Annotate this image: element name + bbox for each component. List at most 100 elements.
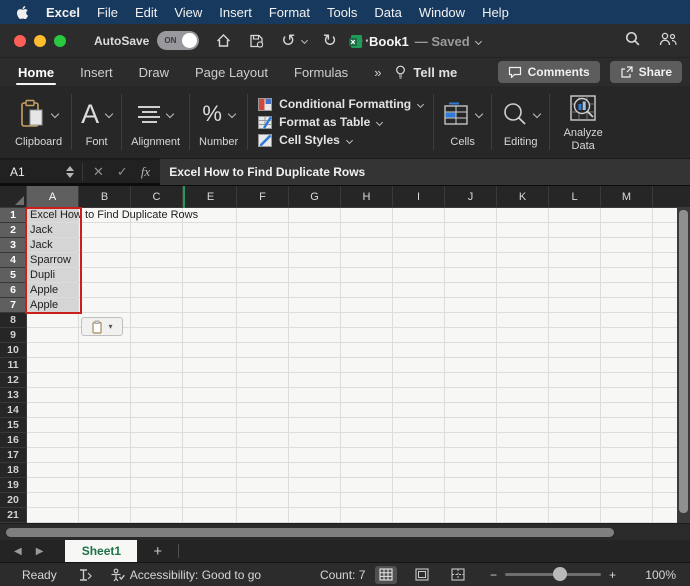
paste-options-button[interactable]: ▾ bbox=[81, 317, 123, 336]
cell-H1[interactable] bbox=[341, 208, 393, 223]
enter-icon[interactable]: ✓ bbox=[117, 164, 128, 180]
cell-L20[interactable] bbox=[549, 493, 601, 508]
cell-L8[interactable] bbox=[549, 313, 601, 328]
cell-J6[interactable] bbox=[445, 283, 497, 298]
cell-K5[interactable] bbox=[497, 268, 549, 283]
cell-B16[interactable] bbox=[79, 433, 131, 448]
zoom-in-button[interactable]: + bbox=[609, 568, 616, 582]
cell-K9[interactable] bbox=[497, 328, 549, 343]
cell-C21[interactable] bbox=[131, 508, 183, 523]
cell-H3[interactable] bbox=[341, 238, 393, 253]
cell-M5[interactable] bbox=[601, 268, 653, 283]
cell-L2[interactable] bbox=[549, 223, 601, 238]
menu-item-edit[interactable]: Edit bbox=[135, 5, 157, 20]
cell-M13[interactable] bbox=[601, 388, 653, 403]
cell-I2[interactable] bbox=[393, 223, 445, 238]
home-icon[interactable] bbox=[215, 33, 232, 49]
cell-C6[interactable] bbox=[131, 283, 183, 298]
cell-M6[interactable] bbox=[601, 283, 653, 298]
search-icon[interactable] bbox=[624, 30, 641, 52]
row-header-10[interactable]: 10 bbox=[0, 343, 27, 358]
row-header-3[interactable]: 3 bbox=[0, 238, 27, 253]
cell-C19[interactable] bbox=[131, 478, 183, 493]
cell-E7[interactable] bbox=[185, 298, 237, 313]
cell-A17[interactable] bbox=[27, 448, 79, 463]
cell-I11[interactable] bbox=[393, 358, 445, 373]
name-box[interactable]: A1 bbox=[0, 165, 66, 179]
cell-B6[interactable] bbox=[79, 283, 131, 298]
cell-J9[interactable] bbox=[445, 328, 497, 343]
cell-C12[interactable] bbox=[131, 373, 183, 388]
cell-L1[interactable] bbox=[549, 208, 601, 223]
cell-B2[interactable] bbox=[79, 223, 131, 238]
cell-L15[interactable] bbox=[549, 418, 601, 433]
cell-I19[interactable] bbox=[393, 478, 445, 493]
cell-G2[interactable] bbox=[289, 223, 341, 238]
cell-I5[interactable] bbox=[393, 268, 445, 283]
save-icon[interactable] bbox=[248, 33, 265, 49]
cell-K14[interactable] bbox=[497, 403, 549, 418]
cell-J17[interactable] bbox=[445, 448, 497, 463]
cell-A16[interactable] bbox=[27, 433, 79, 448]
cell-J11[interactable] bbox=[445, 358, 497, 373]
row-header-1[interactable]: 1 bbox=[0, 208, 27, 223]
cell-G18[interactable] bbox=[289, 463, 341, 478]
cell-C4[interactable] bbox=[131, 253, 183, 268]
name-box-spinner[interactable] bbox=[66, 166, 74, 178]
editing-group[interactable]: Editing bbox=[492, 86, 549, 158]
cell-F2[interactable] bbox=[237, 223, 289, 238]
cell-C18[interactable] bbox=[131, 463, 183, 478]
cell-I6[interactable] bbox=[393, 283, 445, 298]
row-header-9[interactable]: 9 bbox=[0, 328, 27, 343]
menu-item-excel[interactable]: Excel bbox=[46, 5, 80, 20]
cell-C5[interactable] bbox=[131, 268, 183, 283]
font-group[interactable]: A Font bbox=[72, 86, 121, 158]
cell-L6[interactable] bbox=[549, 283, 601, 298]
cell-styles-button[interactable]: Cell Styles bbox=[258, 133, 423, 147]
cell-M12[interactable] bbox=[601, 373, 653, 388]
menu-item-data[interactable]: Data bbox=[374, 5, 401, 20]
tab-insert[interactable]: Insert bbox=[80, 58, 113, 86]
cell-I3[interactable] bbox=[393, 238, 445, 253]
select-all-button[interactable] bbox=[0, 186, 27, 208]
cell-K13[interactable] bbox=[497, 388, 549, 403]
cell-M16[interactable] bbox=[601, 433, 653, 448]
cell-E3[interactable] bbox=[185, 238, 237, 253]
cell-H8[interactable] bbox=[341, 313, 393, 328]
cell-E11[interactable] bbox=[185, 358, 237, 373]
row-header-13[interactable]: 13 bbox=[0, 388, 27, 403]
cell-B12[interactable] bbox=[79, 373, 131, 388]
cell-M4[interactable] bbox=[601, 253, 653, 268]
cell-L14[interactable] bbox=[549, 403, 601, 418]
cell-G14[interactable] bbox=[289, 403, 341, 418]
cancel-icon[interactable]: ✕ bbox=[93, 164, 104, 180]
analyze-data-group[interactable]: Analyze Data bbox=[550, 86, 616, 158]
cell-G4[interactable] bbox=[289, 253, 341, 268]
cell-F9[interactable] bbox=[237, 328, 289, 343]
cell-H14[interactable] bbox=[341, 403, 393, 418]
column-header-G[interactable]: G bbox=[289, 186, 341, 208]
apple-menu-icon[interactable] bbox=[16, 5, 29, 20]
cell-G9[interactable] bbox=[289, 328, 341, 343]
cell-E20[interactable] bbox=[185, 493, 237, 508]
cell-H11[interactable] bbox=[341, 358, 393, 373]
cell-E2[interactable] bbox=[185, 223, 237, 238]
cell-G11[interactable] bbox=[289, 358, 341, 373]
cell-C2[interactable] bbox=[131, 223, 183, 238]
format-as-table-button[interactable]: Format as Table bbox=[258, 115, 423, 129]
cell-J3[interactable] bbox=[445, 238, 497, 253]
cell-H4[interactable] bbox=[341, 253, 393, 268]
document-title[interactable]: Book1 — Saved bbox=[348, 24, 481, 58]
row-header-2[interactable]: 2 bbox=[0, 223, 27, 238]
cell-M1[interactable] bbox=[601, 208, 653, 223]
cell-C13[interactable] bbox=[131, 388, 183, 403]
cell-L7[interactable] bbox=[549, 298, 601, 313]
cell-I1[interactable] bbox=[393, 208, 445, 223]
column-header-I[interactable]: I bbox=[393, 186, 445, 208]
cell-M8[interactable] bbox=[601, 313, 653, 328]
insert-function-icon[interactable]: fx bbox=[141, 164, 150, 180]
cell-K4[interactable] bbox=[497, 253, 549, 268]
cell-M9[interactable] bbox=[601, 328, 653, 343]
row-header-11[interactable]: 11 bbox=[0, 358, 27, 373]
column-header-C[interactable]: C bbox=[131, 186, 183, 208]
